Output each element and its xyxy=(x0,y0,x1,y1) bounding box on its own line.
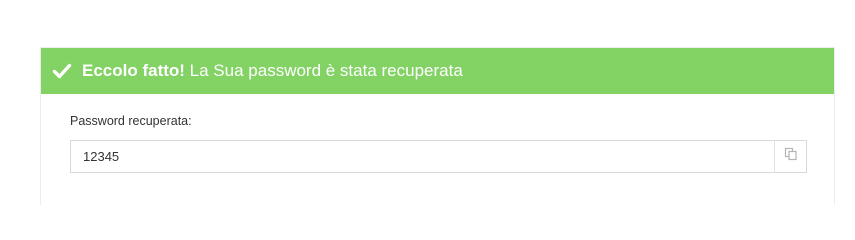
copy-icon xyxy=(784,147,798,166)
success-description: La Sua password è stata recuperata xyxy=(184,61,463,80)
copy-button[interactable] xyxy=(774,141,806,172)
check-icon xyxy=(52,61,72,81)
recovery-panel: Eccolo fatto! La Sua password è stata re… xyxy=(40,47,835,205)
recovered-password-input[interactable] xyxy=(71,141,774,172)
success-title: Eccolo fatto! xyxy=(82,61,185,80)
success-message: Eccolo fatto! La Sua password è stata re… xyxy=(82,61,463,81)
password-field-group xyxy=(70,140,807,173)
success-banner: Eccolo fatto! La Sua password è stata re… xyxy=(41,48,834,94)
password-label: Password recuperata: xyxy=(70,114,192,128)
